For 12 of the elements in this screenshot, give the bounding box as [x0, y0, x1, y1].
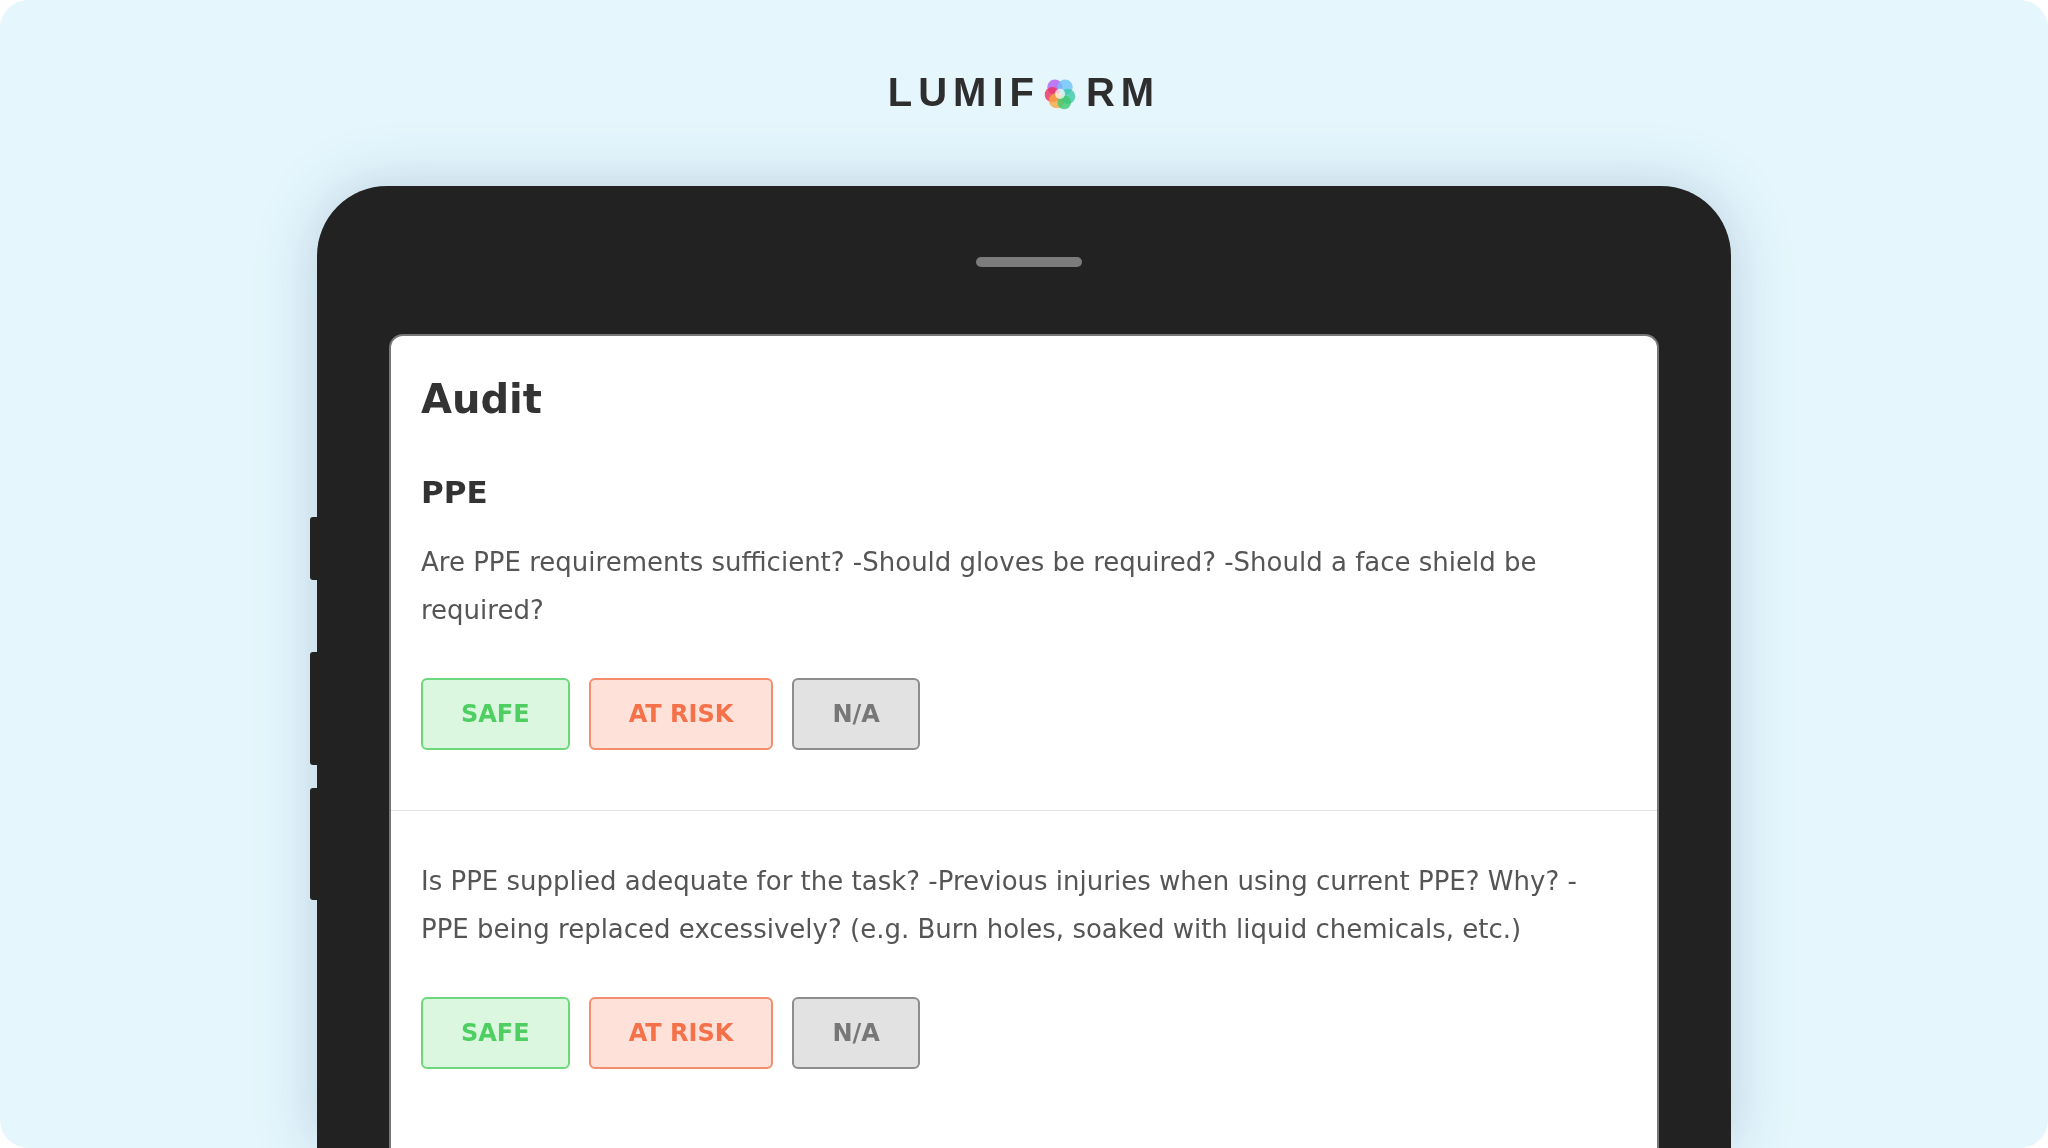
- answer-button[interactable]: SAFE: [421, 678, 570, 750]
- question-text: Are PPE requirements sufficient? -Should gloves be required? -Should a face shield be required?: [421, 546, 1538, 627]
- answer-button[interactable]: N/A: [792, 997, 920, 1069]
- form-title: Audit: [421, 376, 543, 422]
- answer-button[interactable]: AT RISK: [588, 678, 774, 750]
- section-title: PPE: [421, 474, 489, 510]
- answer-button[interactable]: AT RISK: [588, 997, 774, 1069]
- answer-button[interactable]: SAFE: [421, 997, 570, 1069]
- logo-text: LUMIF: [887, 70, 1040, 115]
- question-text: Is PPE supplied adequate for the task? -Previous injuries when using current PPE? Why? -PPE being replaced excessively? (e.g. Burn holes, soaked with liquid chemicals, etc.): [421, 865, 1578, 946]
- logo-text: RM: [1086, 70, 1161, 115]
- answer-button[interactable]: N/A: [792, 678, 920, 750]
